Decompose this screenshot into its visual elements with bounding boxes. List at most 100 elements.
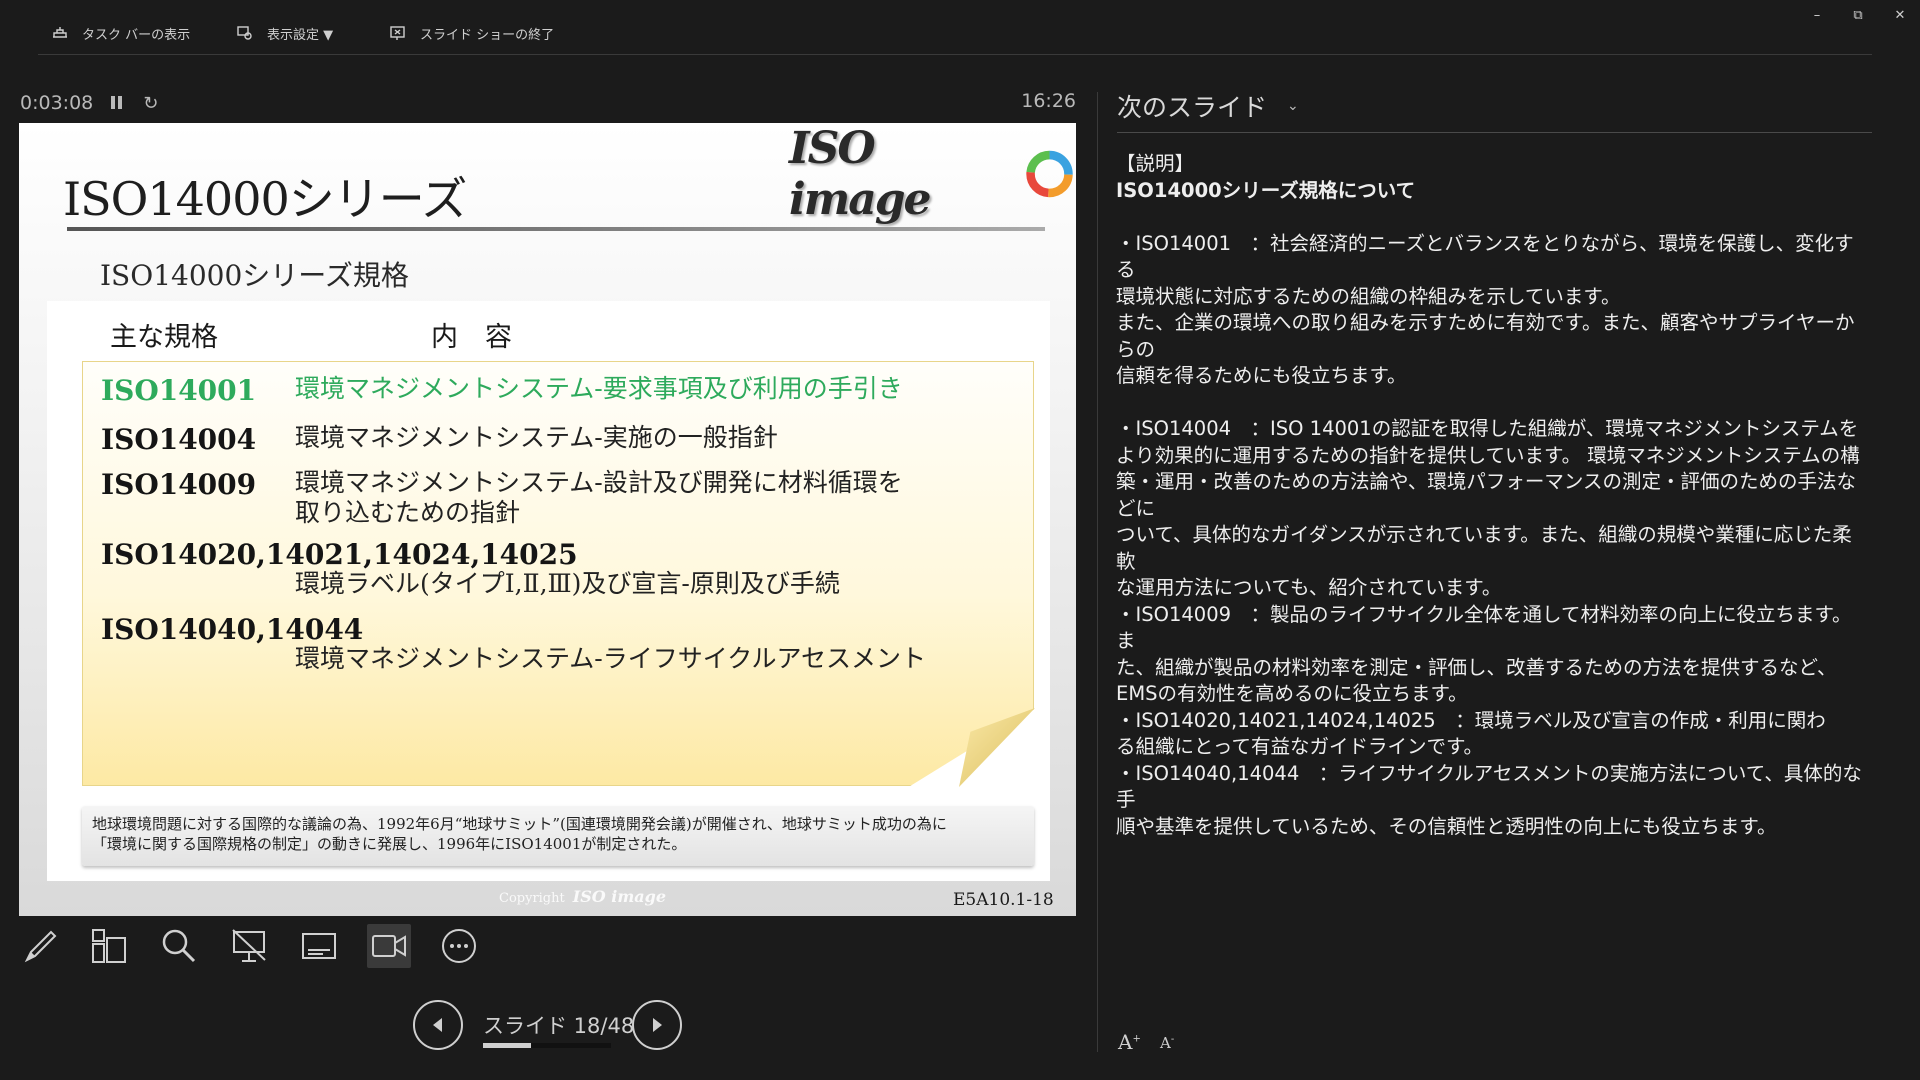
notes-line: な運用方法についても、紹介されています。 <box>1116 576 1502 599</box>
next-slide-header[interactable]: 次のスライド ⌄ <box>1117 88 1299 124</box>
minimize-button[interactable]: – <box>1802 4 1832 26</box>
magnifier-icon <box>162 929 196 963</box>
display-settings-button[interactable]: 表示設定 ▼ <box>235 22 333 44</box>
standard-code: ISO14009 <box>101 468 257 501</box>
slide-subtitle: ISO14000シリーズ規格 <box>100 259 409 292</box>
copyright-label: Copyright <box>499 891 565 906</box>
copyright: Copyright ISO image <box>499 887 666 906</box>
standard-row: ISO14001 環境マネジメントシステム-要求事項及び利用の手引き <box>101 374 903 407</box>
standard-desc: 環境マネジメントシステム-実施の一般指針 <box>295 423 778 452</box>
zoom-button[interactable] <box>157 924 201 968</box>
copyright-brand: ISO image <box>572 887 667 906</box>
screen-off-icon <box>232 929 266 962</box>
logo-text: ISO image <box>789 123 932 225</box>
slide-footnote: 地球環境問題に対する国際的な議論の為、1992年6月“地球サミット”(国連環境開… <box>82 806 1034 866</box>
next-slide-button[interactable] <box>632 1000 682 1050</box>
next-slide-title: 次のスライド <box>1117 93 1268 122</box>
notes-line: ・ISO14004 ：ISO 14001の認証を取得した組織が、環境マネジメント… <box>1116 417 1859 440</box>
end-slideshow-icon <box>390 26 405 40</box>
column-header-content: 内 容 <box>431 322 512 353</box>
notes-line: 築・運用・改善のための方法論や、環境パフォーマンスの測定・評価のための手法などに <box>1116 470 1857 520</box>
restart-timer-icon[interactable]: ↻ <box>143 93 158 114</box>
pen-tool-button[interactable] <box>19 924 63 968</box>
standard-code: ISO14020,14021,14024,14025 <box>101 538 578 571</box>
previous-slide-button[interactable] <box>413 1000 463 1050</box>
notes-line: ・ISO14020,14021,14024,14025 ：環境ラベル及び宣言の作… <box>1116 708 1826 732</box>
end-slideshow-button[interactable]: スライド ショーの終了 <box>388 22 554 44</box>
notes-line: 【説明】 <box>1116 152 1195 175</box>
standard-desc-line-2: 取り込むための指針 <box>295 498 521 527</box>
logo-ring-icon <box>1026 150 1073 198</box>
decrease-font-icon: A <box>1160 1034 1171 1052</box>
standard-row: ISO14040,14044 環境マネジメントシステム-ライフサイクルアセスメン… <box>101 613 926 674</box>
more-options-button[interactable] <box>437 924 481 968</box>
current-time: 16:26 <box>1021 90 1076 112</box>
notes-line: た、組織が製品の材料効率を測定・評価し、改善するための方法を提供するなど、 <box>1116 655 1837 679</box>
title-rule <box>67 227 1045 231</box>
chevron-down-icon: ⌄ <box>1287 98 1299 114</box>
notes-line: EMSの有効性を高めるのに役立ちます。 <box>1116 682 1468 705</box>
toolbar-divider <box>38 54 1872 55</box>
video-camera-icon <box>372 935 406 957</box>
pane-divider[interactable] <box>1097 92 1098 1052</box>
notes-line: ・ISO14001 ：社会経済的ニーズとバランスをとりながら、環境を保護し、変化… <box>1116 231 1854 282</box>
notes-line: 環境状態に対応するための組織の枠組みを示しています。 <box>1116 284 1621 308</box>
minimize-icon: – <box>1813 7 1821 23</box>
more-options-icon <box>442 929 476 963</box>
notes-line: ついて、具体的なガイダンスが示されています。また、組織の規模や業種に応じた柔軟 <box>1116 523 1852 573</box>
notes-line: より効果的に運用するための指針を提供しています。 環境マネジメントシステムの構 <box>1116 443 1860 467</box>
standard-code: ISO14040,14044 <box>101 613 364 646</box>
slide-progress-fill <box>483 1043 531 1048</box>
display-settings-label: 表示設定 ▼ <box>267 27 334 43</box>
column-header-standard: 主な規格 <box>110 322 218 353</box>
standard-code: ISO14004 <box>101 423 257 456</box>
end-slideshow-label: スライド ショーの終了 <box>420 27 555 43</box>
show-taskbar-label: タスク バーの表示 <box>82 27 191 43</box>
show-taskbar-button[interactable]: タスク バーの表示 <box>50 22 190 44</box>
elapsed-time: 0:03:08 <box>20 92 94 114</box>
standard-row: ISO14004 環境マネジメントシステム-実施の一般指針 <box>101 423 778 456</box>
notes-line: ・ISO14040,14044 ：ライフサイクルアセスメントの実施方法について、… <box>1116 761 1862 812</box>
standard-code: ISO14001 <box>101 374 257 407</box>
standard-desc-multiline: 環境マネジメントシステム-設計及び開発に材料循環を 取り込むための指針 <box>295 468 903 528</box>
standard-desc: 環境マネジメントシステム-ライフサイクルアセスメント <box>295 644 926 673</box>
taskbar-icon <box>53 27 67 38</box>
notes-line: 信頼を得るためにも役立ちます。 <box>1116 364 1407 387</box>
pen-icon <box>24 930 57 963</box>
increase-font-icon: A <box>1118 1030 1133 1054</box>
see-all-slides-button[interactable] <box>87 924 131 968</box>
standard-desc: 環境ラベル(タイプⅠ,Ⅱ,Ⅲ)及び宣言-原則及び手続 <box>295 569 840 598</box>
camera-toggle-button[interactable] <box>367 924 411 968</box>
next-slide-rule <box>1117 132 1872 133</box>
notes-heading: ISO14000シリーズ規格について <box>1116 178 1416 202</box>
notes-line: 順や基準を提供しているため、その信頼性と透明性の向上にも役立ちます。 <box>1116 814 1777 838</box>
footnote-line-1: 地球環境問題に対する国際的な議論の為、1992年6月“地球サミット”(国連環境開… <box>92 815 947 833</box>
standard-row: ISO14020,14021,14024,14025 環境ラベル(タイプⅠ,Ⅱ,… <box>101 538 840 599</box>
slide-code: E5A10.1-18 <box>953 890 1054 910</box>
iso-image-logo: ISO image <box>789 123 1076 225</box>
slides-grid-icon <box>92 929 126 963</box>
pause-icon[interactable] <box>111 96 125 110</box>
chevron-right-icon <box>653 1018 662 1032</box>
standard-desc-line-1: 環境マネジメントシステム-設計及び開発に材料循環を <box>295 468 903 497</box>
speaker-notes[interactable]: 【説明】 ISO14000シリーズ規格について ・ISO14001 ：社会経済的… <box>1116 151 1866 840</box>
subtitles-icon <box>302 933 336 959</box>
timer-row: 0:03:08 ↻ <box>20 90 158 116</box>
display-settings-icon <box>237 26 252 40</box>
decrease-font-button[interactable]: A- <box>1160 1034 1174 1052</box>
notes-line: また、企業の環境への取り組みを示すために有効です。また、顧客やサプライヤーからの <box>1116 311 1855 361</box>
current-slide[interactable]: ISO14000シリーズ ISO image ISO14000シリーズ規格 主な… <box>19 123 1076 916</box>
notes-line: る組織にとって有益なガイドラインです。 <box>1116 735 1483 758</box>
subtitles-button[interactable] <box>297 924 341 968</box>
slide-counter: スライド 18/48 <box>483 1014 635 1038</box>
chevron-left-icon <box>433 1018 442 1032</box>
notes-line: ・ISO14009 ：製品のライフサイクル全体を通して材料効率の向上に役立ちます… <box>1116 602 1852 653</box>
close-button[interactable]: ✕ <box>1885 4 1915 26</box>
restore-button[interactable]: ⧉ <box>1843 4 1873 26</box>
presenter-toolbar: タスク バーの表示 表示設定 ▼ スライド ショーの終了 – ⧉ ✕ <box>0 0 1920 56</box>
increase-font-button[interactable]: A+ <box>1118 1030 1141 1054</box>
black-screen-button[interactable] <box>227 924 271 968</box>
slide-progress-bar <box>483 1043 611 1048</box>
footnote-line-2: 「環境に関する国際規格の制定」の動きに発展し、1996年にISO14001が制定… <box>92 835 687 853</box>
close-icon: ✕ <box>1894 7 1906 23</box>
